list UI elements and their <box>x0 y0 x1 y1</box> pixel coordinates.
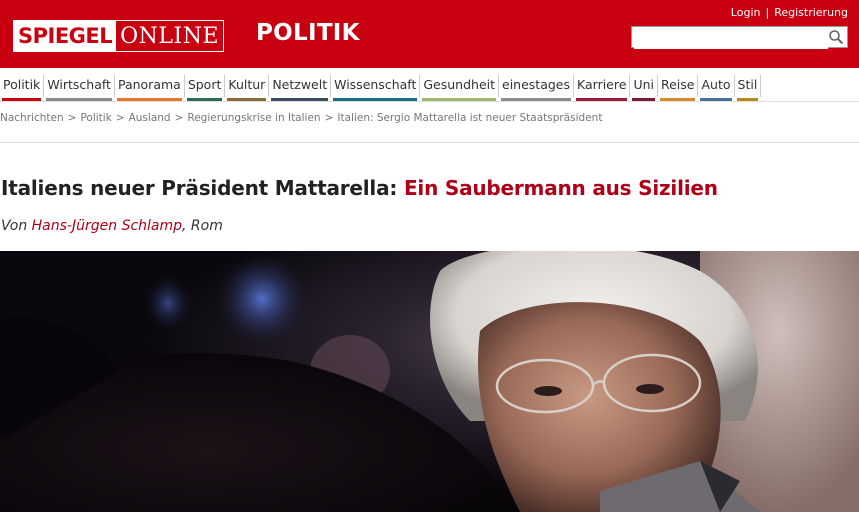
spiegel-online-logo[interactable]: SPIEGEL ONLINE <box>13 20 225 52</box>
headline-highlight: Ein Saubermann aus Sizilien <box>403 176 718 200</box>
logo-spiegel-text: SPIEGEL <box>14 21 117 51</box>
breadcrumb-item[interactable]: Regierungskrise in Italien <box>187 112 320 124</box>
search-icon[interactable] <box>828 29 844 45</box>
nav-item-color-bar <box>576 98 628 101</box>
main-navigation: Politik Wirtschaft Panorama Sport Kultur Netz… <box>0 75 859 102</box>
nav-item-label: Wissenschaft <box>334 77 417 92</box>
nav-item-color-bar <box>659 98 696 101</box>
nav-item-label: Karriere <box>577 77 627 92</box>
nav-item-color-bar <box>736 98 759 101</box>
divider <box>0 142 859 143</box>
account-links: Login | Registrierung <box>731 6 848 19</box>
article-byline: Von Hans-Jürgen Schlamp, Rom <box>1 218 223 234</box>
byline-location: , Rom <box>182 218 223 234</box>
nav-item-einestages[interactable]: einestages <box>499 75 575 101</box>
breadcrumb-separator: > <box>174 112 184 124</box>
nav-item-label: Wirtschaft <box>47 77 111 92</box>
search-input[interactable] <box>634 29 828 49</box>
nav-item-color-bar <box>2 98 42 101</box>
nav-item-label: Reise <box>660 77 695 92</box>
search-box <box>631 26 848 49</box>
nav-item-netzwelt[interactable]: Netzwelt <box>269 75 332 101</box>
nav-item-politik[interactable]: Politik <box>0 75 45 101</box>
nav-item-color-bar <box>46 98 112 101</box>
nav-item-label: Sport <box>187 77 222 92</box>
login-link[interactable]: Login <box>731 6 761 19</box>
nav-item-color-bar <box>227 98 267 101</box>
nav-item-panorama[interactable]: Panorama <box>115 75 185 101</box>
nav-item-label: Politik <box>3 77 41 92</box>
breadcrumb-separator: > <box>67 112 77 124</box>
nav-item-label: einestages <box>502 77 571 92</box>
nav-item-label: Panorama <box>117 77 181 92</box>
byline-prefix: Von <box>1 218 28 234</box>
article-headline: Italiens neuer Präsident Mattarella: Ein… <box>1 176 718 200</box>
nav-item-uni[interactable]: Uni <box>630 75 658 101</box>
nav-item-color-bar <box>333 98 418 101</box>
section-title[interactable]: POLITIK <box>256 20 360 46</box>
nav-item-label: Gesundheit <box>423 77 496 92</box>
breadcrumb-item: Italien: Sergio Mattarella ist neuer Sta… <box>337 112 603 124</box>
nav-item-label: Uni <box>633 77 654 92</box>
nav-item-color-bar <box>700 98 732 101</box>
author-link[interactable]: Hans-Jürgen Schlamp <box>32 218 182 234</box>
nav-item-color-bar <box>632 98 655 101</box>
headline-prefix: Italiens neuer Präsident Mattarella: <box>1 176 398 200</box>
portrait-photo-image <box>0 251 859 512</box>
breadcrumb-item[interactable]: Politik <box>80 112 111 124</box>
nav-item-color-bar <box>422 98 497 101</box>
breadcrumb-separator: > <box>324 112 334 124</box>
register-link[interactable]: Registrierung <box>774 6 848 19</box>
nav-item-label: Netzwelt <box>272 77 328 92</box>
nav-item-color-bar <box>186 98 223 101</box>
breadcrumb-item[interactable]: Ausland <box>129 112 171 124</box>
nav-item-kultur[interactable]: Kultur <box>225 75 270 101</box>
nav-item-stil[interactable]: Stil <box>735 75 762 101</box>
logo-online-text: ONLINE <box>120 23 220 49</box>
breadcrumb-separator: > <box>115 112 125 124</box>
nav-item-wissenschaft[interactable]: Wissenschaft <box>331 75 421 101</box>
nav-item-label: Kultur <box>228 77 266 92</box>
nav-item-sport[interactable]: Sport <box>185 75 226 101</box>
nav-item-color-bar <box>501 98 572 101</box>
site-header: SPIEGEL ONLINE POLITIK Login | Registrieru… <box>0 0 859 68</box>
nav-item-label: Stil <box>737 77 758 92</box>
nav-item-gesundheit[interactable]: Gesundheit <box>420 75 500 101</box>
link-separator: | <box>765 6 770 19</box>
nav-item-color-bar <box>271 98 329 101</box>
nav-item-auto[interactable]: Auto <box>698 75 735 101</box>
nav-item-color-bar <box>116 98 182 101</box>
nav-item-wirtschaft[interactable]: Wirtschaft <box>44 75 115 101</box>
nav-item-karriere[interactable]: Karriere <box>574 75 631 101</box>
breadcrumb: Nachrichten > Politik > Ausland > Regierungskr… <box>0 112 859 124</box>
nav-item-reise[interactable]: Reise <box>658 75 699 101</box>
article-photo[interactable] <box>0 251 859 512</box>
nav-item-label: Auto <box>701 77 731 92</box>
breadcrumb-item[interactable]: Nachrichten <box>0 112 64 124</box>
